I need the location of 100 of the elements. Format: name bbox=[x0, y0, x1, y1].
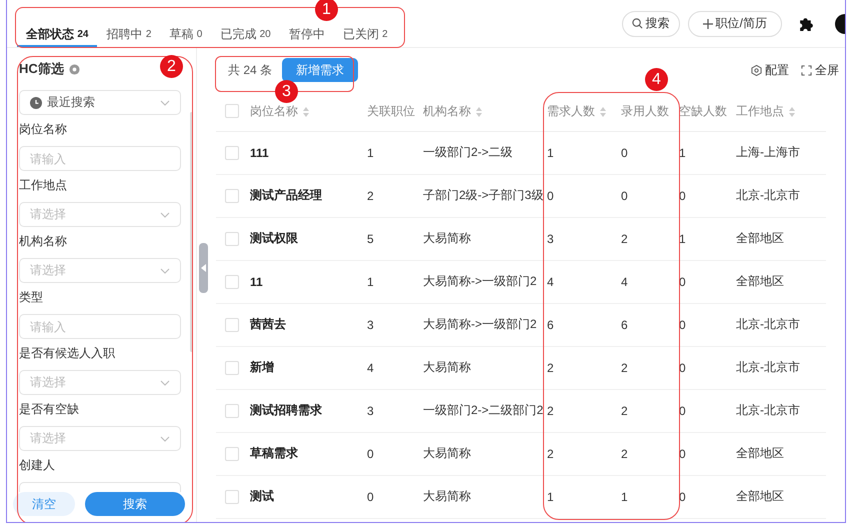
table-cell: 全部地区 bbox=[736, 489, 784, 503]
table-cell: 上海-上海市 bbox=[736, 145, 800, 159]
table-cell: 0 bbox=[547, 188, 554, 202]
checkbox[interactable] bbox=[225, 446, 239, 460]
column-header: 空缺人数 bbox=[679, 104, 727, 118]
status-tab[interactable]: 全部状态 24 bbox=[17, 23, 98, 47]
search-button[interactable]: 搜索 bbox=[622, 10, 680, 36]
table-cell: 4 bbox=[547, 274, 554, 288]
chevron-icon bbox=[160, 380, 170, 386]
table-cell: 子部门2级->子部门3级 bbox=[423, 188, 544, 202]
column-header: 关联职位 bbox=[367, 104, 415, 118]
field-label: 创建人 bbox=[19, 457, 56, 474]
field-label: 是否有候选人入职 bbox=[19, 345, 116, 362]
chevron-icon bbox=[160, 268, 170, 274]
column-header: 需求人数 bbox=[547, 104, 595, 118]
table-cell: 一级部门2->二级部门2 bbox=[423, 403, 544, 417]
gear-icon[interactable] bbox=[68, 64, 80, 74]
field-label: 岗位名称 bbox=[19, 121, 68, 138]
table-cell: 1 bbox=[547, 146, 554, 160]
checkbox[interactable] bbox=[225, 274, 239, 288]
clock-icon bbox=[30, 96, 42, 108]
status-tab[interactable]: 招聘中 2 bbox=[97, 23, 160, 47]
table-cell: 大易简称 bbox=[423, 360, 471, 374]
table-cell: 茜茜去 bbox=[250, 317, 286, 331]
table-cell: 大易简称 bbox=[423, 446, 471, 460]
table-cell: 2 bbox=[367, 188, 374, 202]
checkbox[interactable] bbox=[225, 188, 239, 202]
table-cell: 2 bbox=[621, 360, 628, 374]
callout-number: 1 bbox=[315, 0, 338, 21]
puzzle-icon[interactable] bbox=[798, 15, 815, 32]
checkbox[interactable] bbox=[225, 104, 239, 118]
table-cell: 2 bbox=[547, 404, 554, 418]
collapse-handle[interactable] bbox=[199, 243, 208, 293]
status-tab[interactable]: 已完成 20 bbox=[211, 23, 280, 47]
field-label: 是否有空缺 bbox=[19, 401, 80, 418]
table-cell: 6 bbox=[621, 318, 628, 332]
table-cell: 6 bbox=[547, 318, 554, 332]
table-cell: 3 bbox=[367, 404, 374, 418]
table-cell: 测试权限 bbox=[250, 231, 298, 245]
table-cell: 11 bbox=[250, 274, 263, 288]
table-cell: 大易简称->一级部门2 bbox=[423, 274, 537, 288]
checkbox[interactable] bbox=[225, 318, 239, 332]
chevron-icon bbox=[160, 212, 170, 218]
table-cell: 2 bbox=[547, 360, 554, 374]
table-cell: 2 bbox=[621, 446, 628, 460]
table-cell: 2 bbox=[621, 232, 628, 246]
sort-icon[interactable] bbox=[476, 106, 482, 117]
input-field[interactable]: 请输入 bbox=[19, 146, 181, 171]
sort-icon[interactable] bbox=[600, 106, 606, 117]
status-tab[interactable]: 草稿 0 bbox=[160, 23, 212, 47]
checkbox[interactable] bbox=[225, 404, 239, 418]
checkbox[interactable] bbox=[225, 490, 239, 504]
table-cell: 1 bbox=[367, 146, 374, 160]
table-cell: 测试产品经理 bbox=[250, 188, 322, 202]
checkbox[interactable] bbox=[225, 232, 239, 246]
callout-number: 2 bbox=[160, 55, 183, 78]
table-cell: 全部地区 bbox=[736, 274, 784, 288]
config-button[interactable]: 配置 bbox=[751, 62, 789, 78]
table-cell: 新增 bbox=[250, 360, 274, 374]
table-cell: 大易简称 bbox=[423, 231, 471, 245]
status-tab[interactable]: 已关闭 2 bbox=[334, 23, 397, 47]
field-label: 机构名称 bbox=[19, 233, 68, 250]
checkbox[interactable] bbox=[225, 360, 239, 374]
field-label: 工作地点 bbox=[19, 177, 68, 194]
total-count: 共 24 条 bbox=[227, 62, 274, 78]
table-cell: 北京-北京市 bbox=[736, 188, 800, 202]
settings-icon bbox=[751, 64, 762, 76]
table-cell: 4 bbox=[367, 360, 374, 374]
table-cell: 1 bbox=[547, 490, 554, 504]
table-cell: 1 bbox=[621, 490, 628, 504]
table-cell: 1 bbox=[679, 146, 686, 160]
fullscreen-icon bbox=[801, 64, 812, 76]
table-cell: 2 bbox=[547, 446, 554, 460]
table-cell: 北京-北京市 bbox=[736, 317, 800, 331]
filter-title: HC筛选 bbox=[19, 60, 64, 78]
table-cell: 3 bbox=[547, 232, 554, 246]
avatar[interactable] bbox=[835, 14, 845, 34]
table-cell: 1 bbox=[367, 274, 374, 288]
plus-icon bbox=[702, 18, 713, 28]
table-cell: 0 bbox=[621, 188, 628, 202]
search-icon bbox=[632, 18, 643, 29]
fullscreen-button[interactable]: 全屏 bbox=[801, 62, 839, 78]
table-cell: 全部地区 bbox=[736, 231, 784, 245]
table-cell: 0 bbox=[367, 446, 374, 460]
add-button[interactable]: 职位/简历 bbox=[688, 10, 782, 36]
table-cell: 测试招聘需求 bbox=[250, 403, 322, 417]
column-header: 机构名称 bbox=[423, 104, 471, 118]
input-field[interactable]: 请输入 bbox=[19, 314, 181, 339]
chevron-icon bbox=[160, 436, 170, 442]
checkbox[interactable] bbox=[225, 146, 239, 160]
status-tab[interactable]: 暂停中 bbox=[280, 23, 334, 47]
sort-icon[interactable] bbox=[789, 106, 795, 117]
recent-search-dropdown[interactable]: 最近搜索 bbox=[19, 90, 181, 115]
table-cell: 0 bbox=[621, 146, 628, 160]
chevron-icon bbox=[160, 100, 170, 106]
column-header: 录用人数 bbox=[621, 104, 669, 118]
table-cell: 北京-北京市 bbox=[736, 403, 800, 417]
table-cell: 0 bbox=[367, 490, 374, 504]
table-cell: 一级部门2->二级 bbox=[423, 145, 513, 159]
sort-icon[interactable] bbox=[303, 106, 309, 117]
